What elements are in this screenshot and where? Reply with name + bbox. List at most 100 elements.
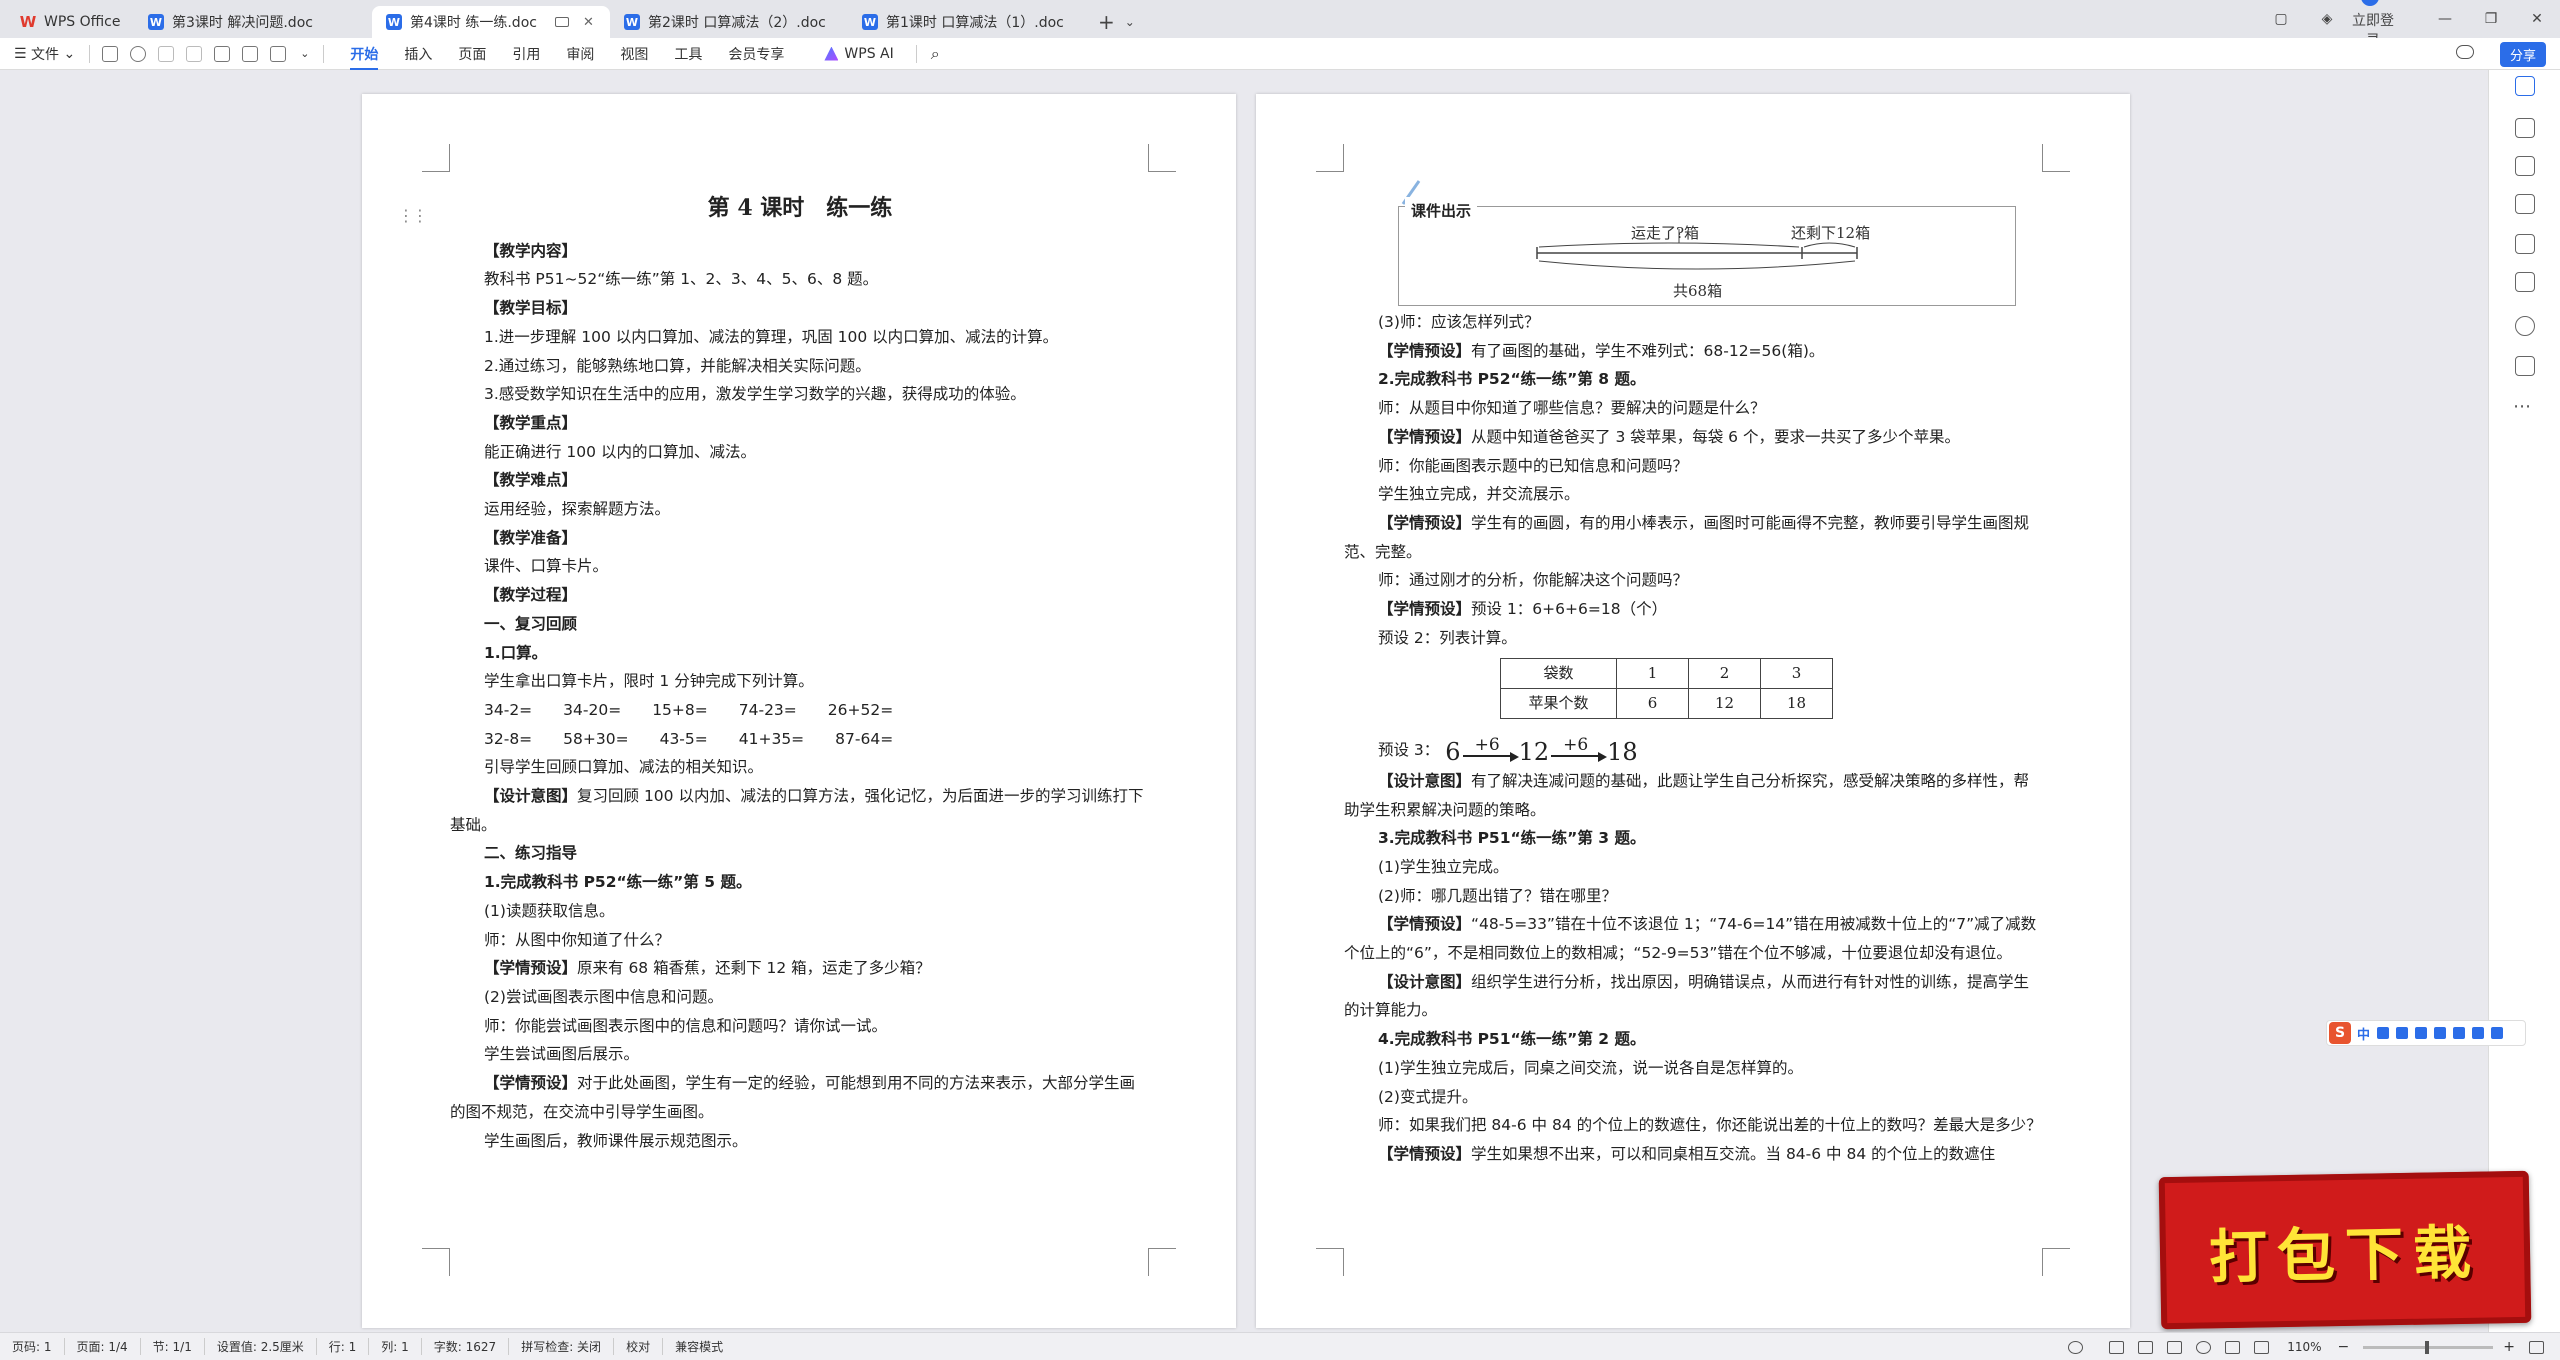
text-line: 师：从图中你知道了什么？ [484,930,671,949]
courseware-figure: 课件出示 运走了?箱 还剩下12箱 共68箱 [1398,180,2016,306]
zoom-in-button[interactable]: + [2503,1339,2515,1355]
menu-tab-2[interactable]: 页面 [458,38,486,70]
ime-logo-icon: S [2329,1022,2351,1044]
new-tab-button[interactable]: + [1098,6,1115,38]
table-row: 袋数 1 2 3 [1500,658,1833,690]
text-line: 课件、口算卡片。 [484,557,609,576]
download-stamp[interactable]: 打包下载 [2158,1170,2532,1330]
zoom-slider[interactable] [2363,1340,2494,1354]
table-cell: 12 [1688,688,1761,719]
status-item[interactable]: 列: 1 [381,1338,422,1355]
status-item[interactable]: 校对 [626,1338,664,1355]
text-line: 【教学内容】 [484,241,578,260]
drag-handle-icon[interactable]: ⋮⋮ [398,206,428,225]
text-line: 师：如果我们把 84-6 中 84 的个位上的数遮住，你还能说出差的十位上的数吗… [1378,1116,2042,1135]
text-line: 2.完成教科书 P52“练一练”第 8 题。 [1378,370,1646,389]
ime-toolbar[interactable]: S 中 [2326,1020,2526,1046]
tab-4[interactable]: W 第1课时 口算减法（1）.doc [848,6,1086,38]
cloud-sync-icon[interactable] [2456,45,2474,59]
text-line: 【学情预设】原来有 68 箱香蕉，还剩下 12 箱，运走了多少箱？ [484,959,931,978]
text-line: (1)读题获取信息。 [484,901,615,920]
status-item[interactable]: 兼容模式 [675,1338,735,1355]
restore-button[interactable]: ❐ [2468,11,2514,27]
web-view-icon[interactable] [2196,1340,2212,1354]
image-icon[interactable] [270,45,287,62]
status-item[interactable]: 页码: 1 [12,1338,65,1355]
menu-tab-7[interactable]: 会员专享 [728,38,784,70]
eye-icon[interactable] [2068,1340,2084,1354]
text-line: 一、复习回顾 [484,614,578,633]
outline-view-icon[interactable] [2138,1340,2154,1354]
text-line: 运用经验，探索解题方法。 [484,500,671,519]
layers-icon[interactable] [2515,234,2535,254]
search-icon[interactable]: ⌕ [931,44,940,64]
more-icon[interactable]: ⋯ [2513,396,2531,417]
settings-sliders-icon[interactable] [2515,194,2535,214]
tab-2[interactable]: W 第4课时 练一练.doc ✕ [372,6,610,38]
cursor-icon[interactable] [2515,156,2535,176]
menu-tab-3[interactable]: 引用 [512,38,540,70]
word-doc-icon: W [624,14,640,30]
text-line: 【学情预设】从题中知道爸爸买了 3 袋苹果，每袋 6 个，要求一共买了多少个苹果… [1378,427,1960,446]
menu-tab-1[interactable]: 插入 [404,38,432,70]
text-line: 【教学准备】 [484,528,578,547]
table-cell: 6 [1616,688,1689,719]
print-icon[interactable] [214,45,231,62]
minimize-button[interactable]: — [2422,11,2468,27]
pen-icon[interactable] [2515,118,2535,138]
status-item[interactable]: 拼写检查: 关闭 [521,1338,615,1355]
text-line: (2)师：哪几题出错了？错在哪里？ [1378,886,1617,905]
monitor-icon[interactable] [554,17,569,27]
help-icon[interactable] [2515,316,2535,336]
save-icon[interactable] [102,45,119,62]
share-button[interactable]: 分享 [2499,42,2546,67]
table-cell: 2 [1688,658,1761,690]
close-window-button[interactable]: ✕ [2514,11,2560,27]
zoom-level[interactable]: 110% [2287,1340,2321,1354]
tab-list-dropdown[interactable]: ⌄ [1125,6,1135,38]
text-line: (1)学生独立完成。 [1378,857,1509,876]
text-line: 【设计意图】有了解决连减问题的基础，此题让学生自己分析探究，感受解决策略的多样性… [1344,771,2030,819]
menu-tab-4[interactable]: 审阅 [566,38,594,70]
status-item[interactable]: 节: 1/1 [153,1338,205,1355]
print-preview-icon[interactable] [242,45,259,62]
undo-icon[interactable] [158,45,175,62]
table-cell: 3 [1760,658,1833,690]
tab-3[interactable]: W 第2课时 口算减法（2）.doc [610,6,848,38]
status-item[interactable]: 行: 1 [329,1338,370,1355]
format-brush-icon[interactable] [130,45,147,62]
menu-tab-6[interactable]: 工具 [674,38,702,70]
layout-icon[interactable]: ▢ [2258,11,2304,27]
play-icon[interactable] [2167,1340,2183,1354]
window-controls: ▢ ◈ 立即登录 — ❐ ✕ [2258,0,2560,49]
status-right: 110% − + [2054,1333,2544,1360]
location-icon[interactable] [2515,76,2535,96]
wps-ai-button[interactable]: WPS AI [824,46,894,62]
edit-icon[interactable] [2225,1340,2241,1354]
tools-icon[interactable] [2515,272,2535,292]
more-dropdown[interactable]: ⌄ [300,47,309,60]
zoom-out-button[interactable]: − [2338,1339,2350,1355]
skin-icon[interactable]: ◈ [2304,11,2350,27]
redo-icon[interactable] [186,45,203,62]
status-item[interactable]: 页面: 1/4 [77,1338,141,1355]
page-view-icon[interactable] [2109,1340,2125,1354]
fullscreen-icon[interactable] [2529,1340,2544,1354]
file-menu[interactable]: ☰ 文件 ⌄ [14,44,75,64]
share-doc-icon[interactable] [2515,356,2535,376]
preset-3: 预设 3： 6 +6 12 +6 18 [1378,734,1638,767]
table-cell: 袋数 [1500,658,1617,690]
status-item[interactable]: 字数: 1627 [434,1338,510,1355]
fit-page-icon[interactable] [2254,1340,2270,1354]
text-line: 学生尝试画图后展示。 [484,1045,640,1064]
text-line: 【设计意图】组织学生进行分析，找出原因，明确错误点，从而进行有针对性的训练，提高… [1344,972,2030,1020]
close-tab-icon[interactable]: ✕ [583,15,594,30]
status-item[interactable]: 设置值: 2.5厘米 [217,1338,317,1355]
menu-tab-0[interactable]: 开始 [350,38,379,70]
menu-tab-5[interactable]: 视图 [620,38,648,70]
text-line: 【教学过程】 [484,586,578,605]
tab-1[interactable]: W 第3课时 解决问题.doc [134,6,372,38]
text-line: 1.进一步理解 100 以内口算加、减法的算理，巩固 100 以内口算加、减法的… [484,327,1059,346]
tab-0[interactable]: W WPS Office [6,6,134,38]
tab-bar: W WPS Office W 第3课时 解决问题.doc W 第4课时 练一练.doc ✕ W… [0,0,2560,49]
